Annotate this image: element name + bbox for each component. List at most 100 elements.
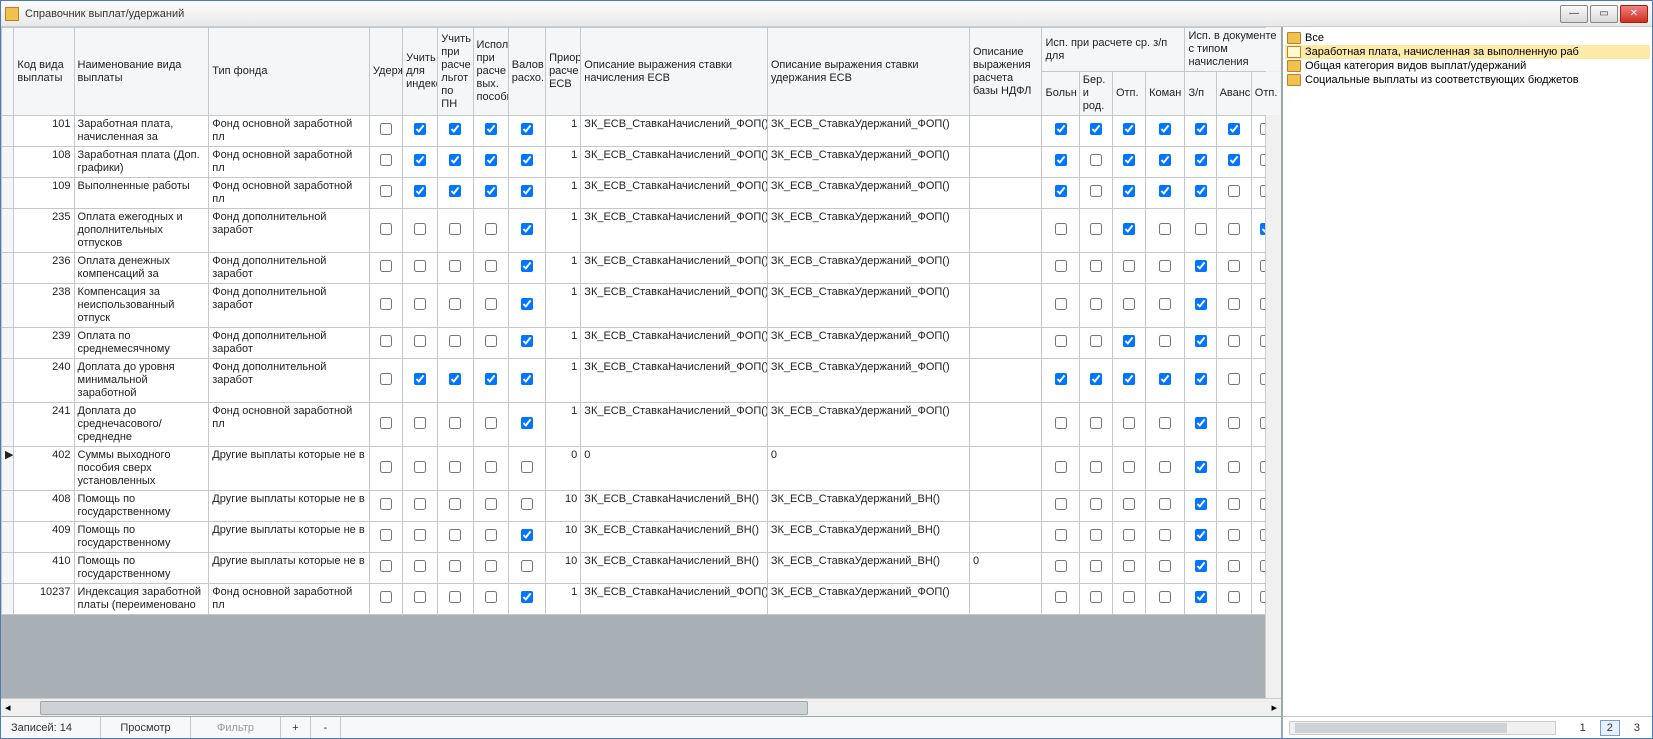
checkbox[interactable] [380, 335, 392, 347]
cell-flag[interactable] [1112, 178, 1145, 209]
checkbox[interactable] [521, 498, 533, 510]
checkbox[interactable] [485, 223, 497, 235]
checkbox[interactable] [521, 461, 533, 473]
cell-flag[interactable] [1185, 447, 1216, 491]
cell-c8[interactable] [508, 328, 545, 359]
checkbox[interactable] [414, 417, 426, 429]
cell-c4[interactable] [369, 253, 402, 284]
checkbox[interactable] [380, 498, 392, 510]
cell-c8[interactable] [508, 553, 545, 584]
cell-c7[interactable] [473, 491, 508, 522]
col-group-doc[interactable]: Исп. в документе с типом начисления [1185, 28, 1281, 72]
cell-flag[interactable] [1042, 403, 1079, 447]
cell-flag[interactable] [1112, 284, 1145, 328]
cell-c8[interactable] [508, 522, 545, 553]
checkbox[interactable] [1228, 335, 1240, 347]
checkbox[interactable] [449, 373, 461, 385]
cell-flag[interactable] [1146, 328, 1185, 359]
page-2[interactable]: 2 [1600, 720, 1620, 736]
tab-view[interactable]: Просмотр [101, 717, 191, 738]
checkbox[interactable] [521, 223, 533, 235]
cell-flag[interactable] [1185, 209, 1216, 253]
checkbox[interactable] [1090, 154, 1102, 166]
cell-c8[interactable] [508, 447, 545, 491]
checkbox[interactable] [1159, 298, 1171, 310]
cell-flag[interactable] [1042, 253, 1079, 284]
checkbox[interactable] [1159, 373, 1171, 385]
cell-flag[interactable] [1079, 447, 1112, 491]
checkbox[interactable] [1159, 154, 1171, 166]
checkbox[interactable] [1159, 185, 1171, 197]
checkbox[interactable] [414, 260, 426, 272]
checkbox[interactable] [380, 298, 392, 310]
cell-flag[interactable] [1112, 147, 1145, 178]
checkbox[interactable] [1228, 223, 1240, 235]
cell-flag[interactable] [1146, 284, 1185, 328]
checkbox[interactable] [449, 417, 461, 429]
cell-flag[interactable] [1185, 403, 1216, 447]
cell-flag[interactable] [1146, 447, 1185, 491]
checkbox[interactable] [414, 123, 426, 135]
checkbox[interactable] [521, 335, 533, 347]
cell-c7[interactable] [473, 284, 508, 328]
table-row[interactable]: 10237Индексация заработной платы (переим… [2, 584, 1281, 615]
checkbox[interactable] [1228, 298, 1240, 310]
checkbox[interactable] [1090, 461, 1102, 473]
checkbox[interactable] [1159, 417, 1171, 429]
checkbox[interactable] [1195, 373, 1207, 385]
cell-c8[interactable] [508, 584, 545, 615]
cell-flag[interactable] [1112, 253, 1145, 284]
checkbox[interactable] [414, 185, 426, 197]
cell-flag[interactable] [1112, 447, 1145, 491]
tree-item[interactable]: Общая категория видов выплат/удержаний [1285, 59, 1650, 73]
cell-c4[interactable] [369, 403, 402, 447]
checkbox[interactable] [1159, 461, 1171, 473]
checkbox[interactable] [1090, 260, 1102, 272]
table-row[interactable]: 108Заработная плата (Доп. графики)Фонд о… [2, 147, 1281, 178]
cell-flag[interactable] [1079, 403, 1112, 447]
cell-flag[interactable] [1146, 553, 1185, 584]
checkbox[interactable] [380, 373, 392, 385]
checkbox[interactable] [1159, 335, 1171, 347]
col-code[interactable]: Код вида выплаты [14, 28, 74, 116]
cell-c7[interactable] [473, 209, 508, 253]
cell-c5[interactable] [403, 584, 438, 615]
checkbox[interactable] [1123, 591, 1135, 603]
cell-c8[interactable] [508, 284, 545, 328]
cell-flag[interactable] [1112, 522, 1145, 553]
table-row[interactable]: ▶402Суммы выходного пособия сверх устано… [2, 447, 1281, 491]
cell-c6[interactable] [438, 403, 473, 447]
cell-c7[interactable] [473, 147, 508, 178]
checkbox[interactable] [521, 123, 533, 135]
cell-flag[interactable] [1185, 147, 1216, 178]
col-hold[interactable]: Удерж [369, 28, 402, 116]
cell-c4[interactable] [369, 147, 402, 178]
checkbox[interactable] [1228, 529, 1240, 541]
checkbox[interactable] [1123, 260, 1135, 272]
checkbox[interactable] [1055, 223, 1067, 235]
checkbox[interactable] [1228, 123, 1240, 135]
col-name[interactable]: Наименование вида выплаты [74, 28, 209, 116]
checkbox[interactable] [380, 185, 392, 197]
cell-flag[interactable] [1216, 253, 1251, 284]
checkbox[interactable] [1228, 417, 1240, 429]
cell-flag[interactable] [1185, 253, 1216, 284]
cell-flag[interactable] [1146, 359, 1185, 403]
cell-c8[interactable] [508, 491, 545, 522]
col-expr-accrual[interactable]: Описание выражения ставки начисления ЕСВ [581, 28, 768, 116]
cell-flag[interactable] [1146, 147, 1185, 178]
checkbox[interactable] [1123, 529, 1135, 541]
cell-flag[interactable] [1042, 522, 1079, 553]
checkbox[interactable] [1228, 560, 1240, 572]
cell-flag[interactable] [1146, 491, 1185, 522]
cell-flag[interactable] [1216, 491, 1251, 522]
col-sev[interactable]: Испол при расче вых. пособи [473, 28, 508, 116]
cell-flag[interactable] [1112, 584, 1145, 615]
table-row[interactable]: 239Оплата по среднемесячномуФонд дополни… [2, 328, 1281, 359]
table-row[interactable]: 238Компенсация за неиспользованный отпус… [2, 284, 1281, 328]
cell-c8[interactable] [508, 403, 545, 447]
cell-c4[interactable] [369, 328, 402, 359]
cell-c5[interactable] [403, 253, 438, 284]
cell-c4[interactable] [369, 553, 402, 584]
checkbox[interactable] [1055, 560, 1067, 572]
